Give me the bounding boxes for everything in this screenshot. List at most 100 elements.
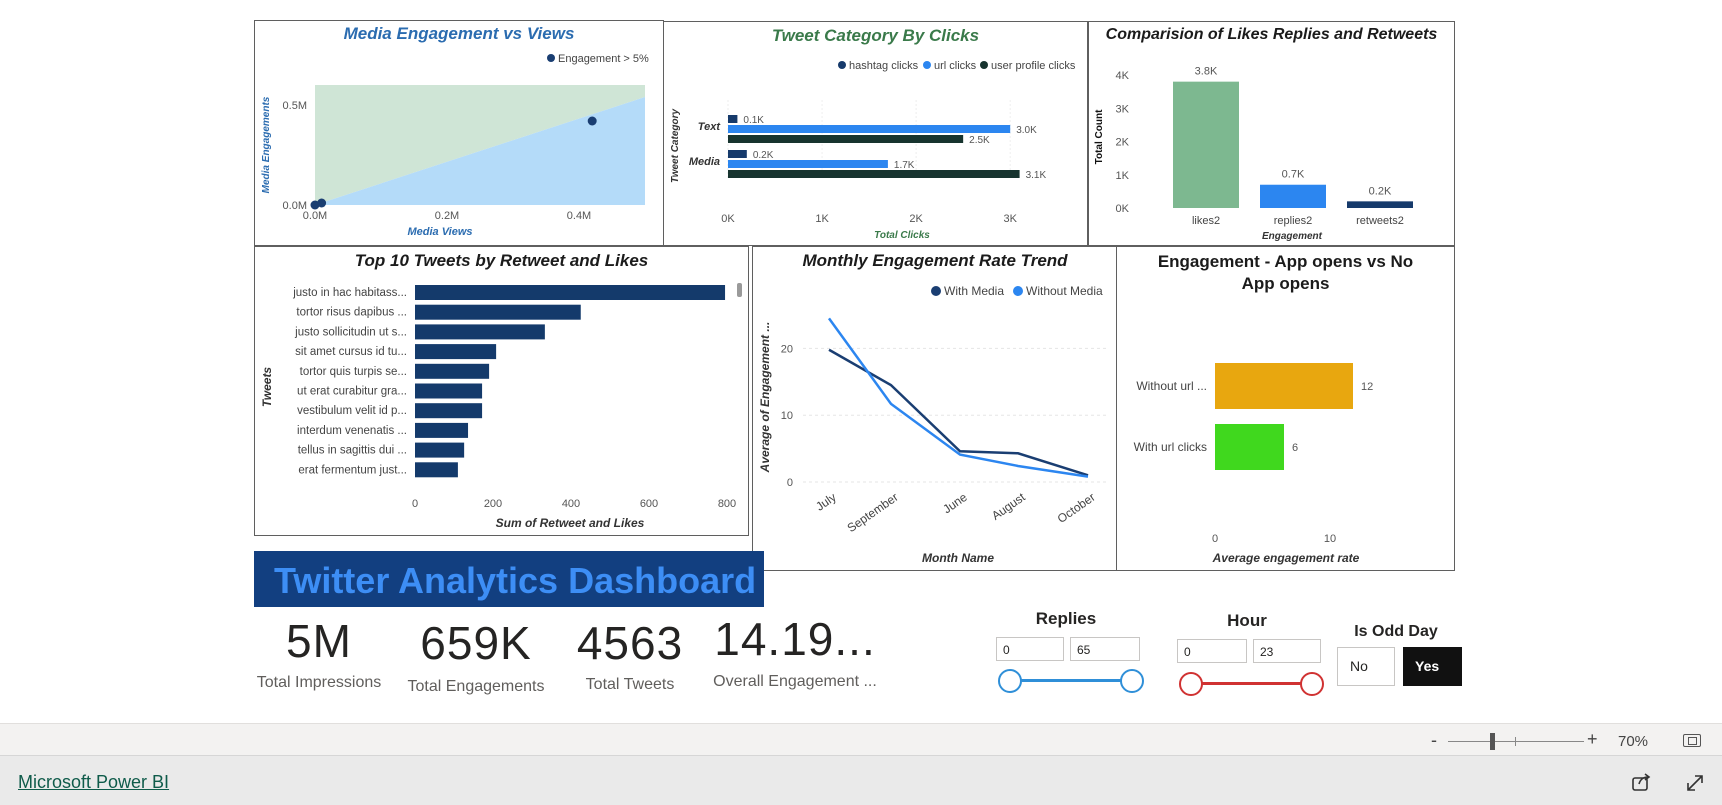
tweet-category-panel[interactable]: Tweet Category By Clicks hashtag clicks u…	[663, 21, 1088, 246]
monthly-trend-panel[interactable]: Monthly Engagement Rate Trend 0 10 20 With …	[752, 246, 1118, 571]
x-tick-label: 10	[1324, 533, 1336, 545]
likes-replies-panel[interactable]: Comparision of Likes Replies and Retweet…	[1088, 21, 1455, 246]
zoom-slider-tick	[1515, 737, 1516, 746]
x-tick-label: July	[813, 490, 839, 514]
x-tick-label: 1K	[815, 213, 829, 225]
scrollbar[interactable]	[737, 283, 742, 297]
kpi-tweets-label: Total Tweets	[585, 676, 675, 693]
fullscreen-icon[interactable]	[1685, 773, 1705, 793]
hour-slider-min-handle[interactable]	[1179, 672, 1203, 696]
hour-slider-track[interactable]	[1192, 682, 1312, 685]
y-axis-label: Media Engagements	[261, 96, 272, 193]
replies-min-input[interactable]: 0	[996, 637, 1064, 661]
kpi-engagements-value: 659K	[420, 617, 532, 669]
share-icon[interactable]	[1631, 772, 1651, 792]
legend-label: Engagement > 5%	[558, 53, 649, 65]
replies-max-input[interactable]: 65	[1070, 637, 1140, 661]
bar	[1215, 424, 1284, 470]
x-axis-label: Month Name	[922, 551, 994, 565]
data-label: 12	[1361, 381, 1373, 393]
y-tick-label: vestibulum velit id p...	[297, 405, 407, 417]
kpi-tweets-value: 4563	[576, 617, 684, 669]
bar	[1215, 363, 1353, 409]
top10-panel[interactable]: Top 10 Tweets by Retweet and Likes justo…	[254, 246, 749, 536]
data-label: 1.7K	[894, 160, 915, 171]
replies-slider-min-handle[interactable]	[998, 669, 1022, 693]
replies-slider-track[interactable]	[1010, 679, 1132, 682]
zoom-slider-track[interactable]	[1448, 741, 1584, 742]
bar	[1260, 184, 1326, 208]
zoom-out-button[interactable]: -	[1431, 730, 1437, 751]
legend-marker	[923, 61, 931, 69]
appopens-chart[interactable]: 12 Without url ... 6 With url clicks 0 10 Aver…	[1117, 247, 1455, 571]
legend-label: hashtag clicks	[849, 60, 919, 72]
fit-to-page-icon[interactable]	[1683, 734, 1701, 747]
x-tick-label: 0	[1212, 533, 1218, 545]
oddday-option-no[interactable]: No	[1337, 647, 1395, 686]
hour-slider-max-handle[interactable]	[1300, 672, 1324, 696]
kpi-impressions-label: Total Impressions	[256, 674, 382, 691]
trend-chart[interactable]: 0 10 20 With Media Without Media July Septembe…	[753, 247, 1118, 571]
bar	[415, 344, 497, 360]
y-tick-label: 4K	[1116, 70, 1130, 82]
y-tick-label: With url clicks	[1134, 440, 1207, 454]
x-tick-label: retweets2	[1356, 215, 1404, 227]
y-tick-label: sit amet cursus id tu...	[295, 346, 407, 358]
likes-chart[interactable]: 0K 1K 2K 3K 4K 3.8K likes2 0.7K replies2 0.2K retw…	[1089, 22, 1455, 246]
bar	[728, 160, 888, 168]
data-label: 0.7K	[1282, 169, 1305, 181]
data-label: 2.5K	[969, 135, 990, 146]
zoom-level: 70%	[1618, 733, 1649, 750]
zoom-slider-handle[interactable]	[1490, 733, 1495, 750]
x-tick-label: 600	[640, 498, 658, 510]
y-tick-label: tellus in sagittis dui ...	[298, 445, 407, 457]
scatter-point	[317, 198, 327, 208]
x-tick-label: replies2	[1274, 215, 1313, 227]
top10-chart[interactable]: justo in hac habitass... tortor risus dap…	[255, 247, 749, 536]
y-tick-label: 0.5M	[283, 100, 307, 112]
bar	[1173, 81, 1239, 208]
scatter-chart[interactable]: Engagement > 5%0.0M 0.2M 0.4M0.0M0.5MMedia…	[255, 21, 664, 246]
media-engagement-panel[interactable]: Media Engagement vs Views Engagement > 5…	[254, 20, 664, 246]
y-tick-label: 3K	[1116, 103, 1130, 115]
dashboard-title: Twitter Analytics Dashboard	[274, 560, 757, 601]
x-tick-label: 0K	[721, 213, 735, 225]
bar	[728, 125, 1011, 133]
kpi-impressions-value: 5M	[286, 615, 352, 667]
bar	[1347, 201, 1413, 208]
x-tick-label: 0.2M	[435, 210, 459, 222]
data-label: 0.2K	[1369, 185, 1392, 197]
data-label: 3.0K	[1016, 125, 1037, 136]
x-tick-label: 0.4M	[567, 210, 591, 222]
bar	[728, 135, 964, 143]
hour-min-input[interactable]: 0	[1177, 639, 1247, 663]
powerbi-footer: Microsoft Power BI	[0, 755, 1722, 805]
hour-max-input[interactable]: 23	[1253, 639, 1321, 663]
bar	[415, 363, 490, 379]
x-axis-label: Total Clicks	[874, 230, 930, 241]
bar	[415, 285, 726, 300]
y-tick-label: 0K	[1116, 203, 1130, 215]
x-axis-label: Media Views	[407, 226, 472, 238]
row-label: Text	[698, 121, 722, 133]
y-axis-label: Tweet Category	[670, 109, 681, 184]
category-chart[interactable]: hashtag clicks url clicks user profile cli…	[664, 22, 1088, 246]
legend-marker	[931, 286, 941, 296]
oddday-option-yes[interactable]: Yes	[1403, 647, 1462, 686]
x-tick-label: 3K	[1003, 213, 1017, 225]
y-axis-label: Total Count	[1094, 109, 1105, 164]
y-tick-label: 0.0M	[283, 200, 307, 212]
kpi-engagements-label: Total Engagements	[407, 678, 545, 695]
powerbi-link[interactable]: Microsoft Power BI	[18, 772, 169, 793]
y-tick-label: 10	[781, 410, 793, 422]
legend-marker	[980, 61, 988, 69]
zoom-in-button[interactable]: +	[1587, 729, 1598, 750]
x-tick-label: June	[940, 490, 970, 517]
replies-slider-max-handle[interactable]	[1120, 669, 1144, 693]
y-tick-label: 1K	[1116, 170, 1130, 182]
bar	[415, 324, 545, 340]
y-tick-label: tortor quis turpis se...	[300, 366, 407, 378]
app-opens-panel[interactable]: Engagement - App opens vs No App opens 1…	[1116, 246, 1455, 571]
x-tick-label: 0	[412, 498, 418, 510]
data-label: 6	[1292, 442, 1298, 454]
